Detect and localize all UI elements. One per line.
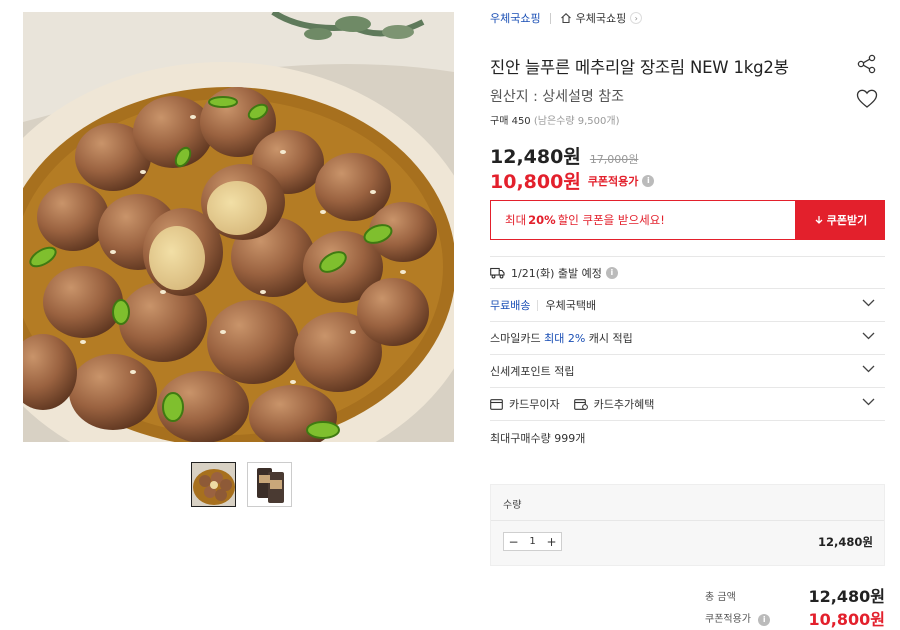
max-purchase-row: 최대구매수량 999개 [490, 421, 885, 454]
benefit-list: 1/21(화) 출발 예정 i 무료배송 우체국택배 스마일카드 최대 2% 캐… [490, 256, 885, 454]
max-purchase-text: 최대구매수량 999개 [490, 431, 586, 445]
total-amount-row: 총 금액 12,480원 [490, 583, 885, 607]
thumbnail-strip [191, 462, 292, 507]
coupon-total-label: 쿠폰적용가 [705, 614, 751, 626]
divider [491, 520, 884, 521]
product-main-image [23, 12, 454, 442]
chevron-down-icon[interactable] [862, 398, 875, 406]
smile-card-suffix: 캐시 적립 [588, 332, 633, 345]
share-icon[interactable] [856, 53, 878, 75]
coupon-price-label: 쿠폰적용가 [587, 174, 639, 188]
chevron-down-icon[interactable] [862, 365, 875, 373]
quantity-label: 수량 [503, 500, 522, 511]
coupon-price: 10,800원 [490, 171, 581, 193]
breadcrumb: 우체국쇼핑 우체국쇼핑 › [490, 10, 643, 26]
delivery-option-row[interactable]: 무료배송 우체국택배 [490, 289, 885, 322]
shipping-row: 1/21(화) 출발 예정 i [490, 256, 885, 289]
breadcrumb-store-link[interactable]: 우체국쇼핑 [490, 10, 541, 26]
coupon-total-row: 쿠폰적용가 i 10,800원 [490, 606, 885, 630]
info-icon[interactable]: i [605, 266, 618, 279]
breadcrumb-home-link[interactable]: 우체국쇼핑 › [560, 10, 643, 26]
breadcrumb-divider [549, 12, 551, 24]
remaining-stock: (남은수량 9,500개) [533, 116, 620, 127]
info-icon[interactable]: i [758, 613, 771, 626]
carrier-label: 우체국택배 [545, 299, 597, 312]
quantity-input[interactable] [523, 533, 542, 550]
smile-card-highlight: 최대 2% [544, 332, 586, 345]
decrement-button[interactable]: − [504, 533, 523, 550]
total-value: 12,480원 [808, 587, 885, 606]
chevron-down-icon[interactable] [862, 299, 875, 307]
divider [537, 299, 539, 311]
coupon-banner-percent: 20% [528, 213, 556, 227]
heart-icon[interactable] [856, 88, 878, 110]
home-icon [560, 13, 571, 24]
breadcrumb-home-label: 우체국쇼핑 [575, 12, 627, 25]
coupon-price-row: 10,800원 쿠폰적용가 i [490, 167, 655, 194]
chevron-down-icon[interactable] [862, 332, 875, 340]
card-icon [490, 398, 503, 410]
smile-card-row[interactable]: 스마일카드 최대 2% 캐시 적립 [490, 322, 885, 355]
card-extra-benefit-label: 카드추가혜택 [593, 398, 655, 411]
origin-text: 원산지 : 상세설명 참조 [490, 89, 624, 105]
shinsegae-point-label: 신세계포인트 적립 [490, 365, 575, 378]
price-row: 12,480원 17,000원 [490, 142, 638, 169]
quantity-stepper[interactable]: − + [503, 532, 562, 551]
thumbnail-1[interactable] [191, 462, 236, 507]
quantity-box: 수량 − + 12,480원 [490, 484, 885, 566]
sale-price: 12,480원 [490, 146, 581, 168]
increment-button[interactable]: + [542, 533, 561, 550]
coupon-banner-prefix: 최대 [505, 213, 527, 227]
shipping-date: 1/21(화) 출발 예정 [511, 266, 602, 280]
card-benefit-row[interactable]: 카드무이자 카드추가혜택 [490, 388, 885, 421]
original-price: 17,000원 [589, 153, 639, 166]
smile-card-label: 스마일카드 [490, 332, 541, 345]
coupon-banner-suffix: 할인 쿠폰을 받으세요! [557, 213, 665, 227]
info-icon[interactable]: i [642, 174, 655, 187]
total-label: 총 금액 [705, 591, 736, 603]
coupon-banner: 최대 20% 할인 쿠폰을 받으세요! [490, 200, 796, 240]
free-shipping-label: 무료배송 [490, 299, 531, 312]
purchase-count: 구매 450 [490, 116, 531, 127]
chevron-right-icon[interactable]: › [630, 12, 643, 24]
coupon-total-value: 10,800원 [808, 610, 885, 629]
coupon-total-label-wrap: 쿠폰적용가 i [705, 610, 775, 626]
line-price: 12,480원 [818, 535, 873, 549]
truck-icon [490, 267, 505, 278]
shinsegae-point-row[interactable]: 신세계포인트 적립 [490, 355, 885, 388]
product-title: 진안 늘푸른 메추리알 장조림 NEW 1kg2봉 [490, 58, 789, 77]
purchase-info: 구매 450 (남은수량 9,500개) [490, 112, 619, 127]
thumbnail-2[interactable] [247, 462, 292, 507]
download-icon [815, 216, 823, 224]
card-interest-free-label: 카드무이자 [509, 398, 560, 411]
download-coupon-label: 쿠폰받기 [826, 214, 868, 227]
card-icon [573, 398, 588, 410]
download-coupon-button[interactable]: 쿠폰받기 [796, 200, 885, 240]
